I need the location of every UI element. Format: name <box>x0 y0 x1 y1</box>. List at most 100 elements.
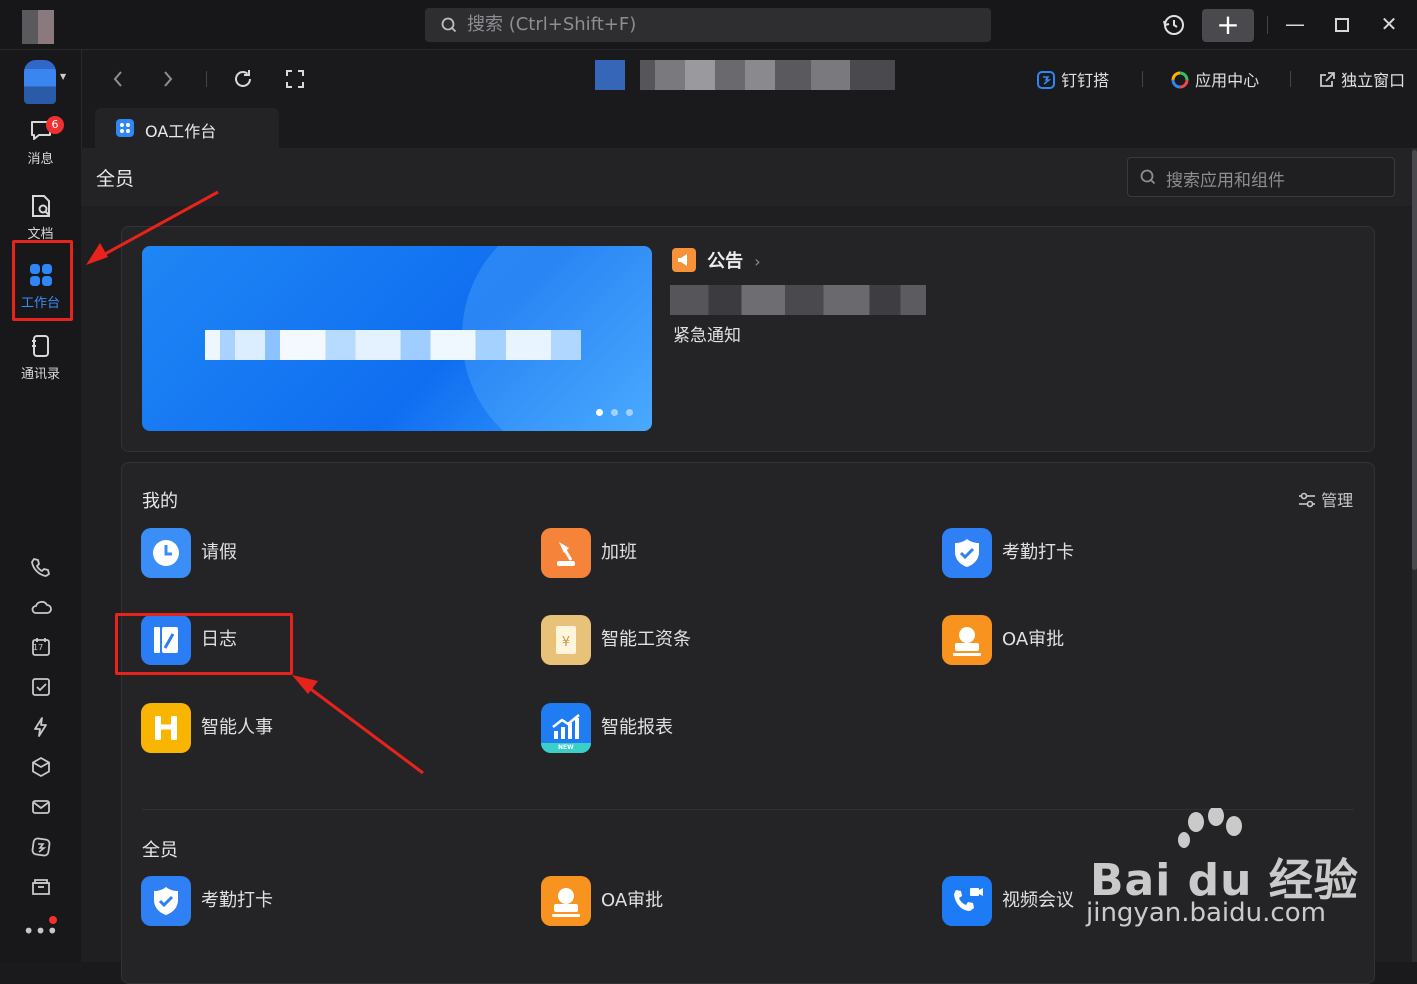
app-smart-report[interactable]: NEW 智能报表 <box>541 703 841 753</box>
app-label: OA审批 <box>1002 629 1065 650</box>
app-smart-payslip[interactable]: ¥ 智能工资条 <box>541 615 841 665</box>
todo-icon[interactable] <box>0 676 81 716</box>
divider <box>206 71 207 87</box>
title-bar: 搜索 (Ctrl+Shift+F) + — ✕ <box>0 0 1417 50</box>
folder-icon[interactable] <box>0 876 81 916</box>
mine-section-title: 我的 <box>142 491 178 512</box>
dingda-icon <box>1037 71 1055 89</box>
manage-label: 管理 <box>1321 491 1354 510</box>
global-search-placeholder: 搜索 (Ctrl+Shift+F) <box>467 14 637 35</box>
all-section-title: 全员 <box>142 840 178 861</box>
banner-carousel[interactable] <box>142 246 652 431</box>
app-label: 考勤打卡 <box>201 890 273 911</box>
manage-button[interactable]: 管理 <box>1298 487 1353 511</box>
highlight-box-log <box>115 613 293 675</box>
hr-icon <box>141 703 191 753</box>
calendar-day-label: 17 <box>33 643 44 652</box>
divider <box>1267 16 1268 34</box>
search-icon <box>441 8 457 54</box>
app-label: 加班 <box>601 542 637 563</box>
workbench-tab-icon <box>116 119 134 137</box>
app-label: 考勤打卡 <box>1002 542 1074 563</box>
fullscreen-icon[interactable] <box>285 69 305 93</box>
standalone-window-link[interactable]: 独立窗口 <box>1318 67 1405 91</box>
shield-check-icon <box>942 528 992 578</box>
app-attendance-all[interactable]: 考勤打卡 <box>141 876 441 926</box>
approval-stamp-icon <box>541 876 591 926</box>
payslip-icon: ¥ <box>541 615 591 665</box>
maximize-button[interactable] <box>1335 18 1349 32</box>
app-oa-approval-all[interactable]: OA审批 <box>541 876 841 926</box>
global-search-input[interactable]: 搜索 (Ctrl+Shift+F) <box>425 8 991 42</box>
lightning-icon[interactable] <box>0 716 81 756</box>
carousel-dot[interactable] <box>611 409 618 416</box>
app-leave[interactable]: 请假 <box>141 528 441 578</box>
carousel-dot[interactable] <box>626 409 633 416</box>
desk-lamp-icon <box>541 528 591 578</box>
chevron-right-icon: › <box>754 252 761 271</box>
scrollbar-thumb[interactable] <box>1412 150 1417 570</box>
divider <box>1290 71 1291 87</box>
app-attendance[interactable]: 考勤打卡 <box>942 528 1242 578</box>
nav-forward-icon[interactable] <box>160 68 176 94</box>
shield-check-icon <box>141 876 191 926</box>
sidebar-item-messages[interactable]: 消息 <box>0 118 81 167</box>
app-search-input[interactable]: 搜索应用和组件 <box>1127 157 1395 197</box>
standalone-window-label: 独立窗口 <box>1341 71 1406 90</box>
announcement-header[interactable]: 公告 › <box>672 247 761 273</box>
banner-text-blurred <box>205 330 581 360</box>
minimize-button[interactable]: — <box>1275 0 1315 49</box>
page-title-blurred <box>595 60 895 90</box>
app-center-link[interactable]: 应用中心 <box>1170 67 1259 91</box>
app-overtime[interactable]: 加班 <box>541 528 841 578</box>
unread-badge: 6 <box>46 116 64 134</box>
app-search-placeholder: 搜索应用和组件 <box>1166 171 1285 191</box>
search-icon <box>1140 169 1156 185</box>
more-dot-badge <box>49 916 57 924</box>
annotation-arrow-workbench <box>86 190 219 265</box>
workbench-header: 全员 搜索应用和组件 <box>81 148 1414 206</box>
more-icon[interactable]: ••• <box>0 916 81 956</box>
sidebar-item-label: 消息 <box>27 152 54 167</box>
tab-oa-workbench[interactable]: OA工作台 <box>95 108 279 148</box>
nav-back-icon[interactable] <box>110 68 126 94</box>
new-tag: NEW <box>558 744 574 751</box>
dingda-link[interactable]: 钉钉搭 <box>1036 67 1109 91</box>
annotation-arrow-log <box>292 675 424 775</box>
divider <box>1142 71 1143 87</box>
announcement-item[interactable]: 紧急通知 <box>673 321 741 346</box>
external-window-icon <box>1320 72 1335 87</box>
phone-icon[interactable] <box>0 556 81 596</box>
carousel-dot-active[interactable] <box>596 409 603 416</box>
close-button[interactable]: ✕ <box>1369 0 1409 49</box>
app-label: 智能报表 <box>601 717 673 738</box>
svg-text:¥: ¥ <box>562 635 570 650</box>
refresh-icon[interactable] <box>232 68 254 94</box>
app-oa-approval[interactable]: OA审批 <box>942 615 1242 665</box>
cloud-icon[interactable] <box>0 596 81 636</box>
megaphone-icon <box>672 248 696 272</box>
dingda-label: 钉钉搭 <box>1061 71 1110 90</box>
org-dropdown-icon[interactable]: ▼ <box>60 72 66 81</box>
mail-icon[interactable] <box>0 796 81 836</box>
history-icon[interactable] <box>1162 13 1186 41</box>
baidu-jingyan-watermark: Bai du 经验 jingyan.baidu.com <box>1086 808 1358 934</box>
announcement-panel: 公告 › 紧急通知 <box>121 226 1375 452</box>
app-label: 视频会议 <box>1002 890 1074 911</box>
watermark-url: jingyan.baidu.com <box>1086 898 1326 928</box>
sidebar-item-docs[interactable]: 文档 <box>0 193 81 242</box>
org-logo[interactable] <box>24 60 56 104</box>
dingtalk-icon[interactable] <box>0 836 81 876</box>
document-icon <box>31 195 50 217</box>
app-label: 请假 <box>201 542 237 563</box>
sidebar-tools: 17 ••• <box>0 556 81 956</box>
bar-chart-icon: NEW <box>541 703 591 753</box>
add-button[interactable]: + <box>1202 9 1254 42</box>
user-avatar[interactable] <box>22 10 54 44</box>
cube-icon[interactable] <box>0 756 81 796</box>
approval-stamp-icon <box>942 615 992 665</box>
calendar-icon[interactable]: 17 <box>0 636 81 676</box>
app-label: 智能人事 <box>201 717 273 738</box>
sidebar-item-label: 通讯录 <box>20 367 60 382</box>
sidebar-item-contacts[interactable]: 通讯录 <box>0 333 81 382</box>
